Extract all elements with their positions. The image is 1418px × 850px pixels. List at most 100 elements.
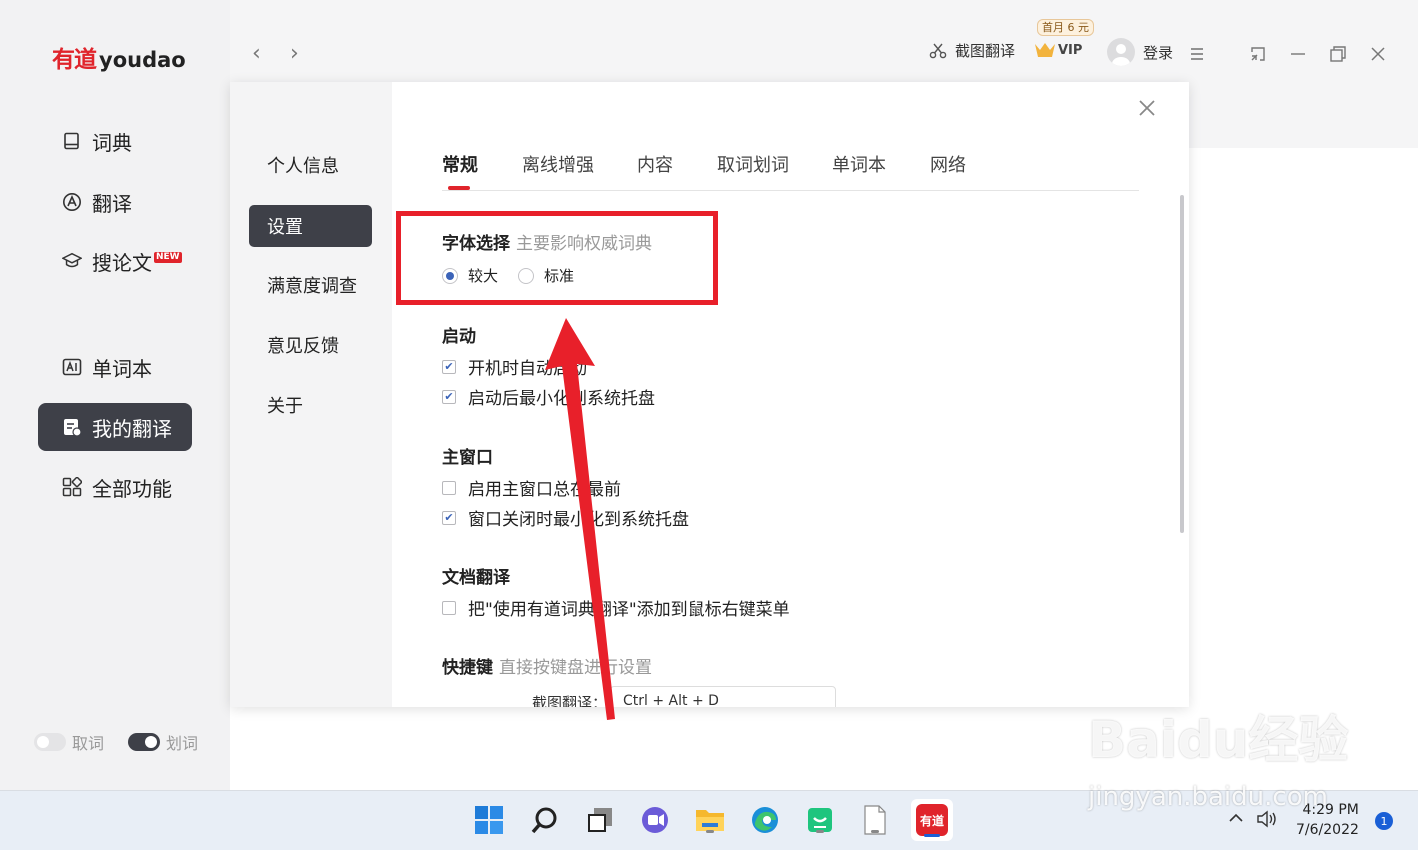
sidebar-item-wordbook[interactable]: 单词本 (38, 343, 192, 391)
youdao-taskbar-icon[interactable]: 有道 (911, 799, 953, 841)
option-label: 把"使用有道词典翻译"添加到鼠标右键菜单 (468, 600, 790, 620)
hotkey-row-clip: 截图翻译： Ctrl + Alt + D (230, 680, 1189, 707)
tab-content[interactable]: 内容 (637, 154, 673, 178)
chevron-up-icon[interactable] (1228, 810, 1244, 830)
restore-icon[interactable] (1328, 44, 1348, 64)
checkbox[interactable] (442, 600, 456, 615)
start-icon[interactable] (472, 803, 506, 837)
sidebar-item-dictionary[interactable]: 词典 (38, 117, 192, 165)
tab-general[interactable]: 常规 (442, 154, 478, 178)
settings-menu-settings[interactable]: 设置 (249, 205, 372, 247)
clock-date: 7/6/2022 (1296, 822, 1359, 838)
highlight-box (396, 211, 718, 305)
tab-network[interactable]: 网络 (930, 154, 966, 178)
edge-browser-icon[interactable] (748, 803, 782, 837)
document-icon[interactable] (858, 803, 892, 837)
context-menu-option[interactable]: 把"使用有道词典翻译"添加到鼠标右键菜单 (442, 595, 790, 620)
chat-icon[interactable] (638, 803, 672, 837)
new-badge: NEW (154, 251, 182, 263)
hotkey-input[interactable]: Ctrl + Alt + D (610, 686, 836, 707)
youdao-taskbar-label: 有道 (916, 804, 948, 836)
my-translation-icon (62, 417, 82, 437)
volume-icon[interactable] (1256, 810, 1278, 832)
settings-tabs: 常规 离线增强 内容 取词划词 单词本 网络 (442, 154, 1139, 191)
file-explorer-icon[interactable] (693, 803, 727, 837)
login-button[interactable]: 登录 (1107, 38, 1173, 66)
main-window-section-title: 主窗口 (442, 448, 493, 468)
settings-menu-profile[interactable]: 个人信息 (249, 144, 372, 186)
mini-mode-icon[interactable] (1248, 44, 1268, 64)
close-window-icon[interactable] (1368, 44, 1388, 64)
forward-arrow-icon[interactable]: › (290, 42, 299, 66)
hotkey-label: 截图翻译： (532, 694, 608, 707)
sidebar-item-label: 我的翻译 (92, 416, 172, 441)
startup-minimize-option[interactable]: ✔ 启动后最小化到系统托盘 (442, 384, 655, 409)
main-content-area (1189, 148, 1418, 790)
menu-icon[interactable] (1187, 44, 1207, 64)
sidebar-item-label: 单词本 (92, 356, 152, 381)
active-tab-indicator (448, 186, 470, 190)
sidebar-item-my-translation[interactable]: 我的翻译 (38, 403, 192, 451)
scissors-icon (929, 43, 947, 58)
graduation-cap-icon (62, 251, 82, 271)
settings-menu-feedback[interactable]: 意见反馈 (249, 324, 372, 366)
vip-button[interactable]: VIP (1034, 42, 1082, 58)
sidebar-item-all-features[interactable]: 全部功能 (38, 463, 192, 511)
tab-capture[interactable]: 取词划词 (717, 154, 789, 178)
doc-translate-section-title: 文档翻译 (442, 568, 510, 588)
startup-section-title: 启动 (442, 327, 476, 347)
always-on-top-option[interactable]: 启用主窗口总在最前 (442, 475, 621, 500)
login-label: 登录 (1143, 43, 1174, 62)
logo-cn: 有道 (52, 47, 97, 73)
watermark-url: jingyan.baidu.com (1088, 782, 1328, 812)
screenshot-translate-button[interactable]: 截图翻译 (929, 40, 1015, 61)
vip-promo-badge: 首月 6 元 (1037, 19, 1094, 36)
toggle-label: 取词 (72, 734, 105, 753)
hotkeys-section-subtitle: 直接按键盘进行设置 (499, 658, 652, 678)
top-bar: ‹ › (230, 0, 1418, 80)
toggle-switch[interactable] (34, 733, 66, 751)
vip-crown-icon (1035, 43, 1055, 57)
option-label: 开机时自动启动 (468, 359, 587, 379)
settings-menu: 个人信息 设置 满意度调查 意见反馈 关于 (230, 82, 392, 707)
settings-menu-survey[interactable]: 满意度调查 (249, 264, 372, 306)
dialog-scrollbar[interactable] (1180, 195, 1184, 533)
minimize-icon[interactable] (1288, 44, 1308, 64)
checkbox[interactable] (442, 480, 456, 495)
app-logo: 有道 youdao (52, 40, 186, 74)
checkbox[interactable]: ✔ (442, 389, 456, 404)
option-label: 启动后最小化到系统托盘 (468, 389, 655, 409)
screenshot-translate-label: 截图翻译 (955, 42, 1016, 60)
book-icon (62, 131, 82, 151)
sidebar-item-translate[interactable]: 翻译 (38, 178, 192, 226)
sidebar: 有道 youdao 词典 翻译 搜论文 NEW 单词本 我的翻译 全部功能 取词… (0, 0, 230, 790)
sidebar-item-label: 全部功能 (92, 476, 172, 501)
checkbox[interactable]: ✔ (442, 510, 456, 525)
startup-autostart-option[interactable]: ✔ 开机时自动启动 (442, 354, 587, 379)
toggle-label: 划词 (166, 734, 199, 753)
toggle-select-word[interactable]: 划词 (128, 730, 198, 754)
store-app-icon[interactable] (803, 803, 837, 837)
option-label: 启用主窗口总在最前 (468, 480, 621, 500)
watermark-logo: Baidu经验 (1088, 711, 1349, 769)
translate-icon (62, 192, 82, 212)
settings-menu-about[interactable]: 关于 (249, 384, 372, 426)
settings-dialog: 个人信息 设置 满意度调查 意见反馈 关于 常规 离线增强 内容 取词划词 单词… (230, 82, 1189, 707)
tab-offline[interactable]: 离线增强 (522, 154, 594, 178)
notification-badge[interactable]: 1 (1375, 812, 1393, 830)
sidebar-item-label: 搜论文 (92, 250, 152, 275)
tab-wordbook[interactable]: 单词本 (832, 154, 886, 178)
hotkeys-section-title: 快捷键 直接按键盘进行设置 (442, 658, 652, 678)
sidebar-item-papers[interactable]: 搜论文 NEW (38, 237, 192, 285)
checkbox[interactable]: ✔ (442, 359, 456, 374)
search-icon[interactable] (528, 803, 562, 837)
grid-icon (62, 477, 82, 497)
toggle-switch[interactable] (128, 733, 160, 751)
task-view-icon[interactable] (583, 803, 617, 837)
toggle-capture-word[interactable]: 取词 (34, 730, 104, 754)
back-arrow-icon[interactable]: ‹ (252, 42, 261, 66)
avatar (1107, 38, 1135, 66)
close-dialog-icon[interactable] (1138, 96, 1156, 122)
vip-label: VIP (1058, 42, 1083, 58)
close-to-tray-option[interactable]: ✔ 窗口关闭时最小化到系统托盘 (442, 505, 689, 530)
